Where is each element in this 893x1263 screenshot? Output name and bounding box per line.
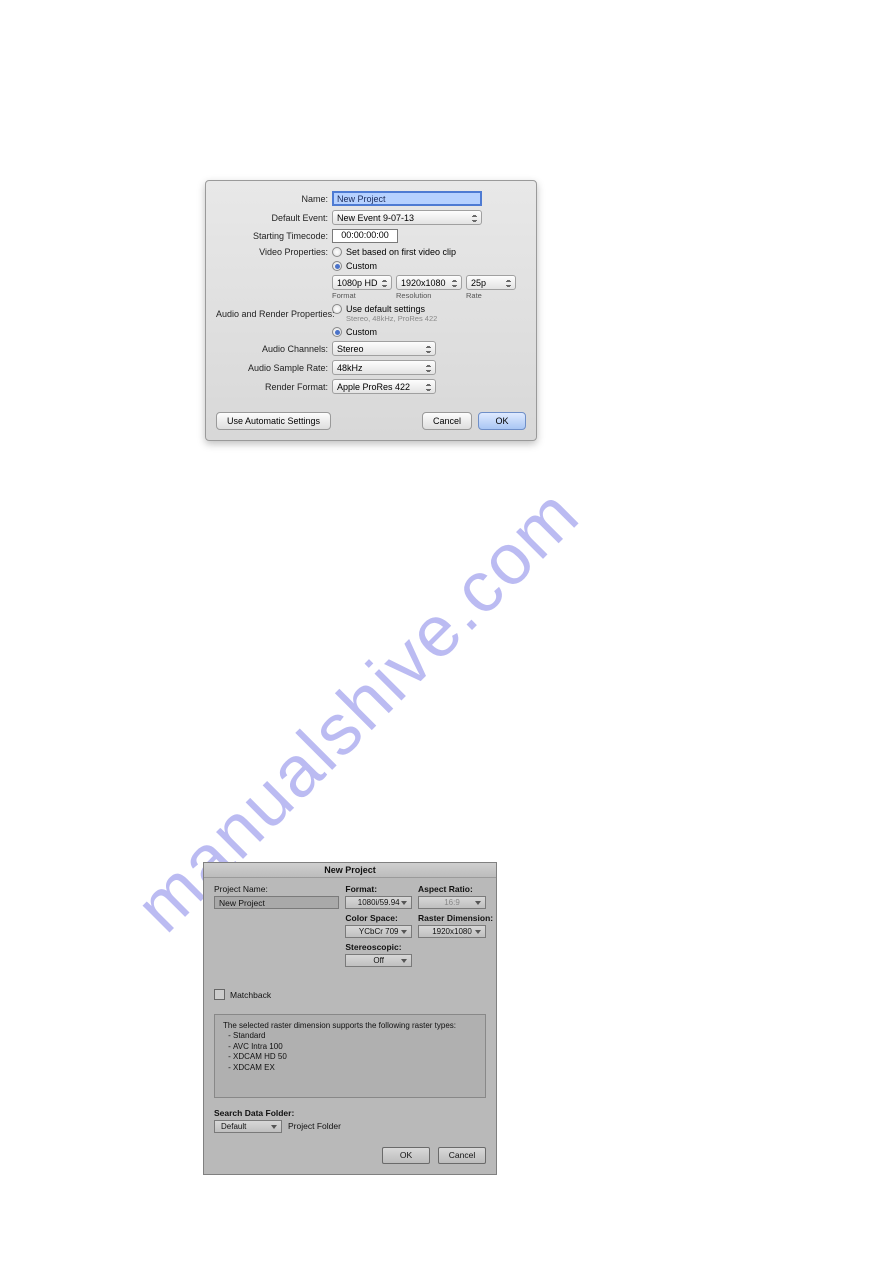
color-space-value: YCbCr 709 [359, 927, 399, 936]
raster-dimension-label: Raster Dimension: [418, 913, 486, 923]
project-folder-label: Project Folder [288, 1121, 341, 1131]
raster-info-text: The selected raster dimension supports t… [223, 1021, 477, 1031]
radio-custom-video-label: Custom [346, 261, 377, 271]
sample-rate-popup[interactable]: 48kHz [332, 360, 436, 375]
audio-render-properties-label: Audio and Render Properties: [216, 309, 332, 319]
project-name-label: Project Name: [214, 884, 339, 894]
video-format-popup[interactable]: 1080p HD [332, 275, 392, 290]
cancel-button[interactable]: Cancel [438, 1147, 486, 1164]
raster-dimension-value: 1920x1080 [432, 927, 472, 936]
raster-type-item: XDCAM HD 50 [233, 1052, 477, 1062]
raster-dimension-dropdown[interactable]: 1920x1080 [418, 925, 486, 938]
render-format-label: Render Format: [216, 382, 332, 392]
radio-first-clip[interactable] [332, 247, 342, 257]
format-dropdown[interactable]: 1080i/59.94 [345, 896, 412, 909]
format-value: 1080i/59.94 [358, 898, 400, 907]
render-format-popup[interactable]: Apple ProRes 422 [332, 379, 436, 394]
raster-info-box: The selected raster dimension supports t… [214, 1014, 486, 1098]
render-format-value: Apple ProRes 422 [337, 382, 410, 392]
raster-type-item: XDCAM EX [233, 1063, 477, 1073]
starting-timecode-label: Starting Timecode: [216, 231, 332, 241]
video-rate-popup[interactable]: 25p [466, 275, 516, 290]
name-field[interactable]: New Project [332, 191, 482, 206]
resolution-caption: Resolution [396, 291, 462, 300]
aspect-ratio-label: Aspect Ratio: [418, 884, 486, 894]
video-resolution-value: 1920x1080 [401, 278, 446, 288]
sample-rate-value: 48kHz [337, 363, 363, 373]
use-automatic-settings-button[interactable]: Use Automatic Settings [216, 412, 331, 430]
default-event-popup[interactable]: New Event 9-07-13 [332, 210, 482, 225]
radio-custom-audio[interactable] [332, 327, 342, 337]
stereoscopic-dropdown[interactable]: Off [345, 954, 412, 967]
aspect-ratio-dropdown[interactable]: 16:9 [418, 896, 486, 909]
aspect-ratio-value: 16:9 [444, 898, 460, 907]
search-data-folder-value: Default [221, 1122, 246, 1131]
audio-channels-label: Audio Channels: [216, 344, 332, 354]
matchback-checkbox[interactable] [214, 989, 225, 1000]
video-properties-label: Video Properties: [216, 247, 332, 257]
radio-use-default-audio[interactable] [332, 304, 342, 314]
rate-caption: Rate [466, 291, 516, 300]
search-data-folder-label: Search Data Folder: [214, 1108, 486, 1118]
stereoscopic-value: Off [373, 956, 384, 965]
default-event-value: New Event 9-07-13 [337, 213, 414, 223]
video-resolution-popup[interactable]: 1920x1080 [396, 275, 462, 290]
raster-type-item: Standard [233, 1031, 477, 1041]
video-rate-value: 25p [471, 278, 486, 288]
radio-custom-audio-label: Custom [346, 327, 377, 337]
format-label: Format: [345, 884, 412, 894]
stereoscopic-label: Stereoscopic: [345, 942, 412, 952]
new-project-dialog-avid: New Project Project Name: New Project Fo… [203, 862, 497, 1175]
radio-custom-video[interactable] [332, 261, 342, 271]
raster-type-item: AVC Intra 100 [233, 1042, 477, 1052]
radio-use-default-audio-label: Use default settings [346, 304, 425, 314]
cancel-button[interactable]: Cancel [422, 412, 472, 430]
color-space-dropdown[interactable]: YCbCr 709 [345, 925, 412, 938]
audio-defaults-subtext: Stereo, 48kHz, ProRes 422 [346, 314, 437, 323]
name-label: Name: [216, 194, 332, 204]
sample-rate-label: Audio Sample Rate: [216, 363, 332, 373]
ok-button[interactable]: OK [478, 412, 526, 430]
radio-first-clip-label: Set based on first video clip [346, 247, 456, 257]
matchback-label: Matchback [230, 990, 271, 1000]
default-event-label: Default Event: [216, 213, 332, 223]
audio-channels-popup[interactable]: Stereo [332, 341, 436, 356]
project-name-value: New Project [219, 898, 265, 908]
starting-timecode-field[interactable]: 00:00:00:00 [332, 229, 398, 243]
search-data-folder-dropdown[interactable]: Default [214, 1120, 282, 1133]
dialog-title: New Project [204, 863, 496, 878]
video-format-value: 1080p HD [337, 278, 378, 288]
ok-button[interactable]: OK [382, 1147, 430, 1164]
project-name-field[interactable]: New Project [214, 896, 339, 909]
format-caption: Format [332, 291, 392, 300]
color-space-label: Color Space: [345, 913, 412, 923]
new-project-dialog-fcpx: Name: New Project Default Event: New Eve… [205, 180, 537, 441]
audio-channels-value: Stereo [337, 344, 364, 354]
